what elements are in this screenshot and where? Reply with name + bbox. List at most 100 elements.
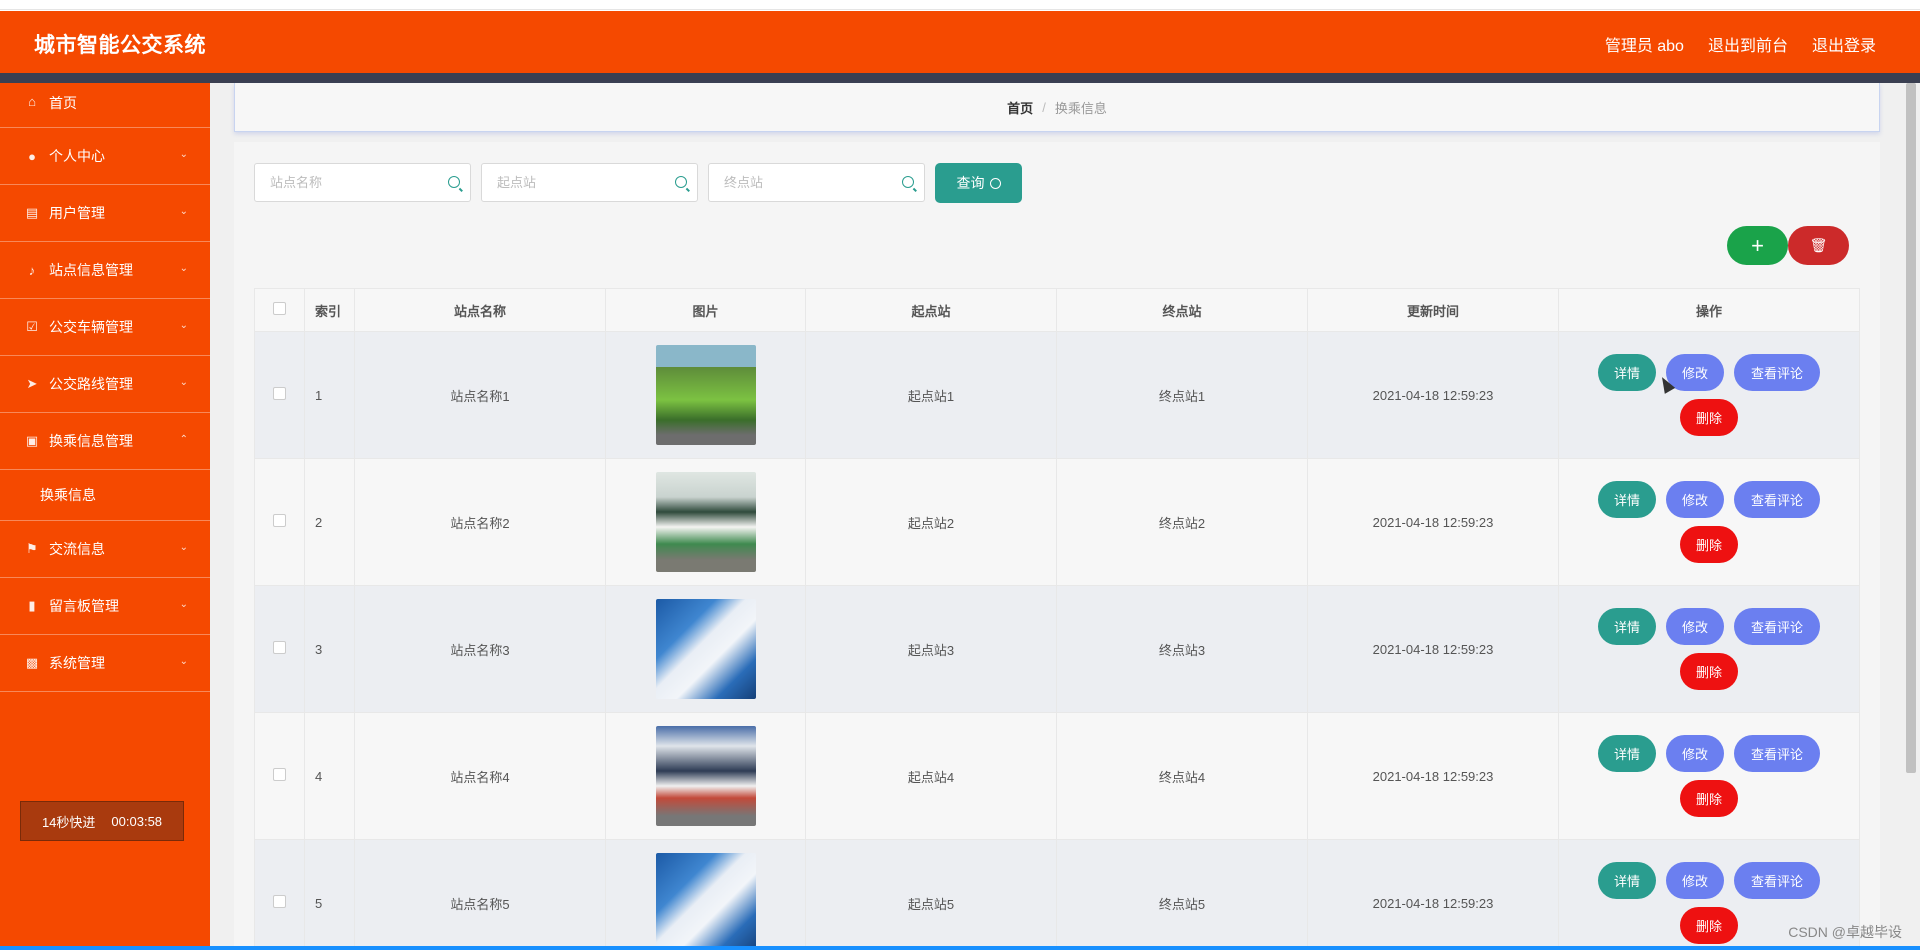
delete-button[interactable]: 删除 [1680,653,1738,690]
table-row: 1 站点名称1 起点站1 终点站1 2021-04-18 12:59:23 详情… [254,331,1860,459]
station-name-input[interactable] [255,164,430,201]
sidebar-item-user-management[interactable]: ▤ 用户管理 ⌄ [0,185,210,242]
query-button[interactable]: 查询 [935,163,1022,203]
edit-button[interactable]: 修改 [1666,481,1724,518]
delete-button[interactable]: 删除 [1680,907,1738,944]
sidebar-item-bus-vehicle[interactable]: ☑ 公交车辆管理 ⌄ [0,299,210,356]
column-header: 更新时间 [1307,288,1559,332]
end-station-cell: 终点站4 [1056,712,1308,840]
admin-user-label[interactable]: 管理员 abo [1605,32,1684,56]
top-header: 城市智能公交系统 管理员 abo 退出到前台 退出登录 [0,11,1920,73]
image-cell [605,839,806,950]
start-station-search[interactable] [481,163,698,202]
playback-timer: 14秒快进 00:03:58 [20,801,184,841]
edit-button[interactable]: 修改 [1666,354,1724,391]
edit-button[interactable]: 修改 [1666,862,1724,899]
station-name-search[interactable] [254,163,471,202]
row-checkbox[interactable] [273,768,286,781]
flag-icon: ⚑ [26,541,38,556]
exit-to-front-link[interactable]: 退出到前台 [1708,32,1788,56]
detail-button[interactable]: 详情 [1598,608,1656,645]
logout-link[interactable]: 退出登录 [1812,32,1876,56]
chevron-down-icon: ⌄ [179,377,188,388]
sidebar-item-system[interactable]: ▩ 系统管理 ⌄ [0,635,210,692]
end-station-cell: 终点站2 [1056,458,1308,586]
plus-icon: + [1751,232,1764,258]
sidebar-item-exchange-info[interactable]: ⚑ 交流信息 ⌄ [0,521,210,578]
trash-icon: 🗑 [1809,237,1828,253]
bus-photo[interactable] [655,345,756,445]
scrollbar-thumb[interactable] [1906,83,1916,773]
row-checkbox[interactable] [273,514,286,527]
delete-button[interactable]: 删除 [1680,399,1738,436]
table-row: 3 站点名称3 起点站3 终点站3 2021-04-18 12:59:23 详情… [254,585,1860,713]
timer-label: 14秒快进 [41,814,96,830]
video-progress-bar[interactable] [0,946,1920,950]
update-time-cell: 2021-04-18 12:59:23 [1307,458,1559,586]
station-name-cell: 站点名称3 [354,585,606,713]
sidebar-item-bus-route[interactable]: ➤ 公交路线管理 ⌄ [0,356,210,413]
station-name-cell: 站点名称4 [354,712,606,840]
delete-button[interactable]: 删除 [1680,526,1738,563]
update-time-cell: 2021-04-18 12:59:23 [1307,331,1559,459]
start-station-input[interactable] [482,164,657,201]
start-station-cell: 起点站2 [805,458,1057,586]
bus-photo[interactable] [655,472,756,572]
sidebar-item-home[interactable]: ⌂ 首页 [0,83,210,128]
select-all-checkbox[interactable] [273,302,286,315]
chevron-up-icon: ⌃ [179,434,188,445]
bus-photo[interactable] [655,599,756,699]
detail-button[interactable]: 详情 [1598,862,1656,899]
edit-button[interactable]: 修改 [1666,735,1724,772]
send-icon: ➤ [26,376,38,391]
sidebar-item-transfer-info[interactable]: ▣ 换乘信息管理 ⌃ [0,413,210,470]
view-reviews-button[interactable]: 查看评论 [1734,354,1820,391]
column-header: 索引 [304,288,355,332]
column-header: 起点站 [805,288,1057,332]
end-station-input[interactable] [709,164,884,201]
detail-button[interactable]: 详情 [1598,481,1656,518]
microphone-icon: ♪ [28,262,36,278]
end-station-search[interactable] [708,163,925,202]
column-header: 图片 [605,288,806,332]
actions-cell: 详情 修改 查看评论 删除 [1558,585,1860,713]
view-reviews-button[interactable]: 查看评论 [1734,735,1820,772]
sidebar-item-station-info[interactable]: ♪ 站点信息管理 ⌄ [0,242,210,299]
end-station-cell: 终点站1 [1056,331,1308,459]
detail-button[interactable]: 详情 [1598,735,1656,772]
detail-button[interactable]: 详情 [1598,354,1656,391]
view-reviews-button[interactable]: 查看评论 [1734,862,1820,899]
batch-delete-button[interactable]: 🗑 [1788,226,1849,265]
row-checkbox[interactable] [273,895,286,908]
view-reviews-button[interactable]: 查看评论 [1734,481,1820,518]
sidebar-item-message-board[interactable]: ▮ 留言板管理 ⌄ [0,578,210,635]
view-reviews-button[interactable]: 查看评论 [1734,608,1820,645]
search-icon [675,176,687,188]
sidebar-item-label: 系统管理 [49,655,105,671]
image-cell [605,331,806,459]
bus-photo[interactable] [655,853,756,950]
add-button[interactable]: + [1727,226,1788,265]
row-checkbox[interactable] [273,641,286,654]
row-checkbox[interactable] [273,387,286,400]
index-cell: 3 [304,585,355,713]
index-cell: 4 [304,712,355,840]
column-header: 终点站 [1056,288,1308,332]
app-title: 城市智能公交系统 [34,34,206,57]
sidebar-item-personal-center[interactable]: ● 个人中心 ⌄ [0,128,210,185]
submenu-transfer-info[interactable]: 换乘信息 [0,470,210,521]
start-station-cell: 起点站3 [805,585,1057,713]
bus-photo[interactable] [655,726,756,826]
sidebar-item-label: 用户管理 [49,205,105,221]
edit-button[interactable]: 修改 [1666,608,1724,645]
clipboard-icon: ▤ [25,205,39,220]
breadcrumb-current: 换乘信息 [1054,100,1107,116]
breadcrumb: 首页 / 换乘信息 [234,83,1880,132]
station-name-cell: 站点名称5 [354,839,606,950]
sidebar-item-label: 个人中心 [49,148,105,164]
start-station-cell: 起点站4 [805,712,1057,840]
chevron-down-icon: ⌄ [179,542,188,553]
delete-button[interactable]: 删除 [1680,780,1738,817]
breadcrumb-home[interactable]: 首页 [1007,98,1033,117]
query-button-label: 查询 [956,175,985,191]
